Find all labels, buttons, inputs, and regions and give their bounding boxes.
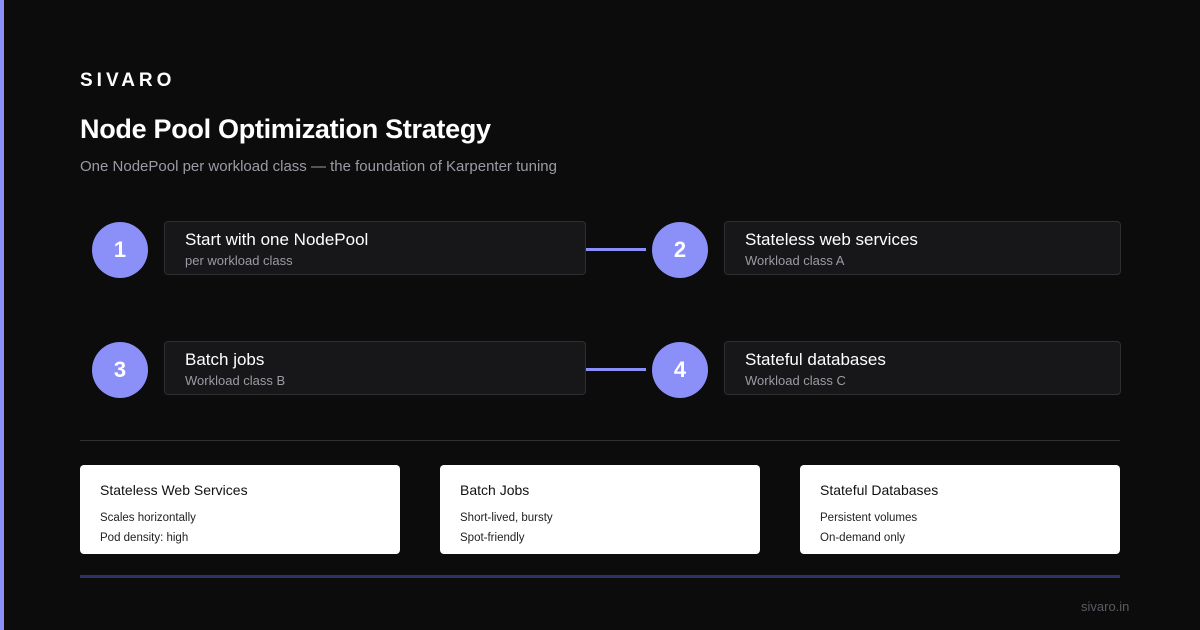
info-card-title: Batch Jobs [460,482,530,498]
step-2-card: Stateless web services Workload class A [724,221,1121,275]
page-subtitle: One NodePool per workload class — the fo… [80,158,557,175]
info-card-stateful: Stateful Databases Persistent volumes On… [800,465,1120,554]
info-card-line: Scales horizontally [100,512,196,524]
brand-logo: SIVARO [80,70,176,91]
step-1-title: Start with one NodePool [185,230,369,249]
page-title: Node Pool Optimization Strategy [80,114,491,144]
step-4-badge: 4 [652,342,708,398]
step-1-badge: 1 [92,222,148,278]
step-1-card: Start with one NodePool per workload cla… [164,221,586,275]
info-card-line: Spot-friendly [460,532,525,544]
step-3-title: Batch jobs [185,350,265,369]
step-4-title: Stateful databases [745,350,886,369]
info-card-line: Persistent volumes [820,512,918,524]
step-3-card: Batch jobs Workload class B [164,341,586,395]
accent-bar [0,0,4,630]
step-3-desc: Workload class B [185,373,286,388]
bottom-rule [80,575,1120,578]
step-2-badge: 2 [652,222,708,278]
info-card-title: Stateless Web Services [100,482,248,498]
info-card-title: Stateful Databases [820,482,939,498]
section-divider [80,440,1120,441]
info-card-line: Pod density: high [100,532,189,544]
footer-url: sivaro.in [1081,599,1130,614]
info-card-line: On-demand only [820,532,906,544]
step-3-badge: 3 [92,342,148,398]
step-4-card: Stateful databases Workload class C [724,341,1121,395]
info-card-batch: Batch Jobs Short-lived, bursty Spot-frie… [440,465,760,554]
info-card-stateless: Stateless Web Services Scales horizontal… [80,465,400,554]
step-1-desc: per workload class [185,253,293,268]
step-2-desc: Workload class A [745,253,845,268]
connector-3-4 [586,368,646,371]
info-card-line: Short-lived, bursty [460,512,553,524]
step-2-title: Stateless web services [745,230,918,249]
connector-1-2 [586,248,646,251]
step-4-desc: Workload class C [745,373,846,388]
